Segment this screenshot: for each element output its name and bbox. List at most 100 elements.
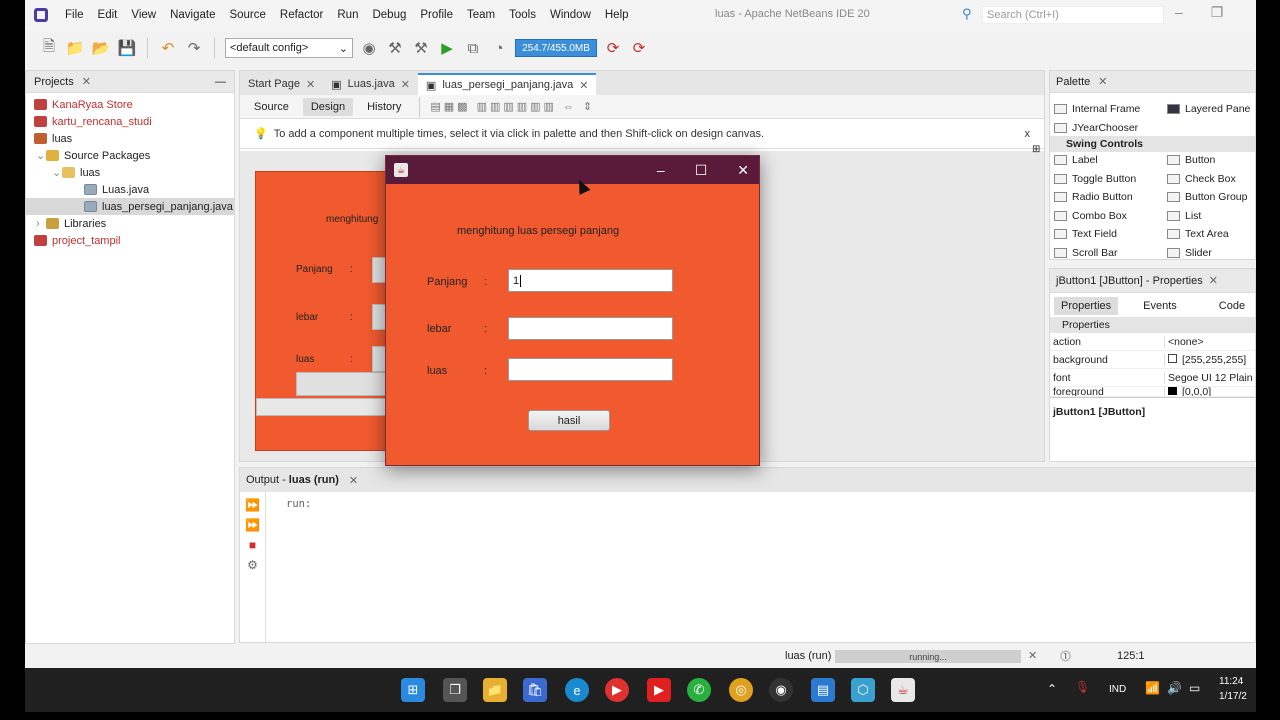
notifications-icon[interactable]: ⓵ <box>1060 648 1071 664</box>
tab-luas-persegi-panjang[interactable]: ▣ luas_persegi_panjang.java ✕ <box>417 73 597 95</box>
stop-icon[interactable]: ■ <box>246 538 260 552</box>
menu-run[interactable]: Run <box>330 9 365 21</box>
menu-debug[interactable]: Debug <box>365 9 413 21</box>
tab-properties[interactable]: Properties <box>1054 297 1119 315</box>
java-app-icon[interactable]: ☕ <box>891 678 915 702</box>
build-icon[interactable]: ⚒ <box>385 38 405 58</box>
tab-luas-java[interactable]: ▣ Luas.java ✕ <box>323 73 418 95</box>
properties-tab-label[interactable]: jButton1 [JButton] - Properties <box>1056 275 1203 287</box>
source-button[interactable]: Source <box>246 98 297 116</box>
palette-item[interactable]: Combo Box <box>1054 208 1167 225</box>
save-all-icon[interactable]: 💾 <box>117 38 137 58</box>
design-button[interactable]: Design <box>302 97 354 116</box>
maximize-icon[interactable]: ☐ <box>695 162 708 179</box>
whatsapp-icon[interactable]: ✆ <box>687 678 711 702</box>
form-hasil-button[interactable] <box>296 372 388 396</box>
property-row[interactable]: background [255,255,255] <box>1050 351 1255 369</box>
tree-item[interactable]: › Libraries <box>26 215 234 232</box>
new-file-icon[interactable]: 🗎 <box>39 38 59 58</box>
media-icon[interactable]: ▶ <box>605 678 629 702</box>
palette-item[interactable]: Scroll Bar <box>1054 245 1167 262</box>
edge-icon[interactable]: e <box>565 678 589 702</box>
app-title-bar[interactable]: ☕ – ☐ ✕ <box>386 156 759 184</box>
clean-build-icon[interactable]: ⚒ <box>411 38 431 58</box>
menu-help[interactable]: Help <box>598 9 636 21</box>
store-icon[interactable]: 🛍 <box>523 678 547 702</box>
close-icon[interactable]: ✕ <box>401 78 410 91</box>
property-row[interactable]: foreground [0,0,0] <box>1050 387 1255 397</box>
menu-view[interactable]: View <box>124 9 163 21</box>
design-form[interactable]: menghitung Panjang : lebar : luas : <box>255 171 388 451</box>
palette-item[interactable]: Internal Frame <box>1054 101 1167 118</box>
luas-input[interactable] <box>508 358 673 381</box>
memory-indicator[interactable]: 254.7/455.0MB <box>515 39 597 57</box>
profile-icon[interactable]: ◔ <box>489 38 509 58</box>
netbeans-taskbar-icon[interactable]: ⬡ <box>851 678 875 702</box>
property-value[interactable]: Segoe UI 12 Plain <box>1164 371 1255 384</box>
property-row[interactable]: action <none> <box>1050 333 1255 351</box>
tab-projects[interactable]: Projects ✕ <box>34 71 91 93</box>
windows-start-icon[interactable]: ⊞ <box>401 678 425 702</box>
wifi-icon[interactable]: 📶 <box>1145 681 1160 695</box>
tree-item[interactable]: luas <box>26 130 234 147</box>
palette-item[interactable]: Slider <box>1167 245 1256 262</box>
palette-item[interactable]: Button <box>1167 152 1256 169</box>
github-icon[interactable]: ◉ <box>769 678 793 702</box>
close-icon[interactable]: ✕ <box>1209 274 1218 287</box>
property-value[interactable]: <none> <box>1164 335 1255 348</box>
tree-item[interactable]: ⌄ luas <box>26 164 234 181</box>
palette-item[interactable]: JYearChooser <box>1054 120 1167 137</box>
align-tools-icon[interactable]: ▤▦▩ ▥▥▥▥▥▥ ⇔ ⇕ <box>430 100 595 113</box>
menu-source[interactable]: Source <box>222 9 272 21</box>
undo-icon[interactable]: ↶ <box>158 38 178 58</box>
language-indicator[interactable]: IND <box>1109 684 1126 695</box>
tab-start-page[interactable]: Start Page ✕ <box>240 73 323 95</box>
tab-events[interactable]: Events <box>1136 297 1184 315</box>
lebar-input[interactable] <box>508 317 673 340</box>
menu-tools[interactable]: Tools <box>502 9 543 21</box>
tree-item[interactable]: kartu_rencana_studi <box>26 113 234 130</box>
notepad-icon[interactable]: ▤ <box>811 678 835 702</box>
globe-icon[interactable]: ◉ <box>359 38 379 58</box>
close-icon[interactable]: ✕ <box>306 78 315 91</box>
battery-icon[interactable]: ▭ <box>1189 681 1200 695</box>
property-value[interactable]: [255,255,255] <box>1164 353 1255 366</box>
palette-item[interactable]: Check Box <box>1167 171 1256 188</box>
hint-close-button[interactable]: x <box>1025 128 1031 140</box>
palette-tab-label[interactable]: Palette <box>1056 76 1090 88</box>
clock-date[interactable]: 1/17/2 <box>1219 691 1247 702</box>
form-selection-strip[interactable] <box>256 398 388 416</box>
palette-item[interactable]: Layered Pane <box>1167 101 1256 118</box>
close-icon[interactable]: ✕ <box>737 162 749 179</box>
config-select[interactable]: <default config> ⌄ <box>225 38 353 58</box>
chevron-up-icon[interactable]: ⌃ <box>1047 682 1057 696</box>
minimize-icon[interactable]: – <box>1175 4 1183 21</box>
palette-item[interactable]: Radio Button <box>1054 189 1167 206</box>
youtube-icon[interactable]: ▶ <box>647 678 671 702</box>
close-icon[interactable]: ✕ <box>349 474 358 487</box>
tree-item[interactable]: project_tampil <box>26 232 234 249</box>
tree-item[interactable]: KanaRyaa Store <box>26 96 234 113</box>
gc-icon[interactable]: ⟳ <box>603 38 623 58</box>
tree-item-selected[interactable]: luas_persegi_panjang.java <box>26 198 234 215</box>
close-icon[interactable]: ✕ <box>1098 75 1107 88</box>
file-explorer-icon[interactable]: 📁 <box>483 678 507 702</box>
menu-edit[interactable]: Edit <box>91 9 125 21</box>
hasil-button[interactable]: hasil <box>528 410 610 431</box>
menu-file[interactable]: File <box>58 9 91 21</box>
maximize-icon[interactable]: ❐ <box>1211 4 1224 21</box>
chrome-icon[interactable]: ◎ <box>729 678 753 702</box>
menu-team[interactable]: Team <box>460 9 502 21</box>
tab-code[interactable]: Code <box>1212 297 1252 315</box>
task-view-icon[interactable]: ❐ <box>443 678 467 702</box>
tree-item[interactable]: Luas.java <box>26 181 234 198</box>
settings-icon[interactable]: ⚙ <box>246 558 260 572</box>
history-button[interactable]: History <box>359 98 409 116</box>
menu-navigate[interactable]: Navigate <box>163 9 222 21</box>
new-project-icon[interactable]: 📁 <box>65 38 85 58</box>
run-icon[interactable]: ▶ <box>437 38 457 58</box>
tab-output[interactable]: Output - luas (run) <box>246 474 339 486</box>
panjang-input[interactable]: 1 <box>508 269 673 292</box>
redo-icon[interactable]: ↷ <box>184 38 204 58</box>
palette-item[interactable]: Text Field <box>1054 226 1167 243</box>
